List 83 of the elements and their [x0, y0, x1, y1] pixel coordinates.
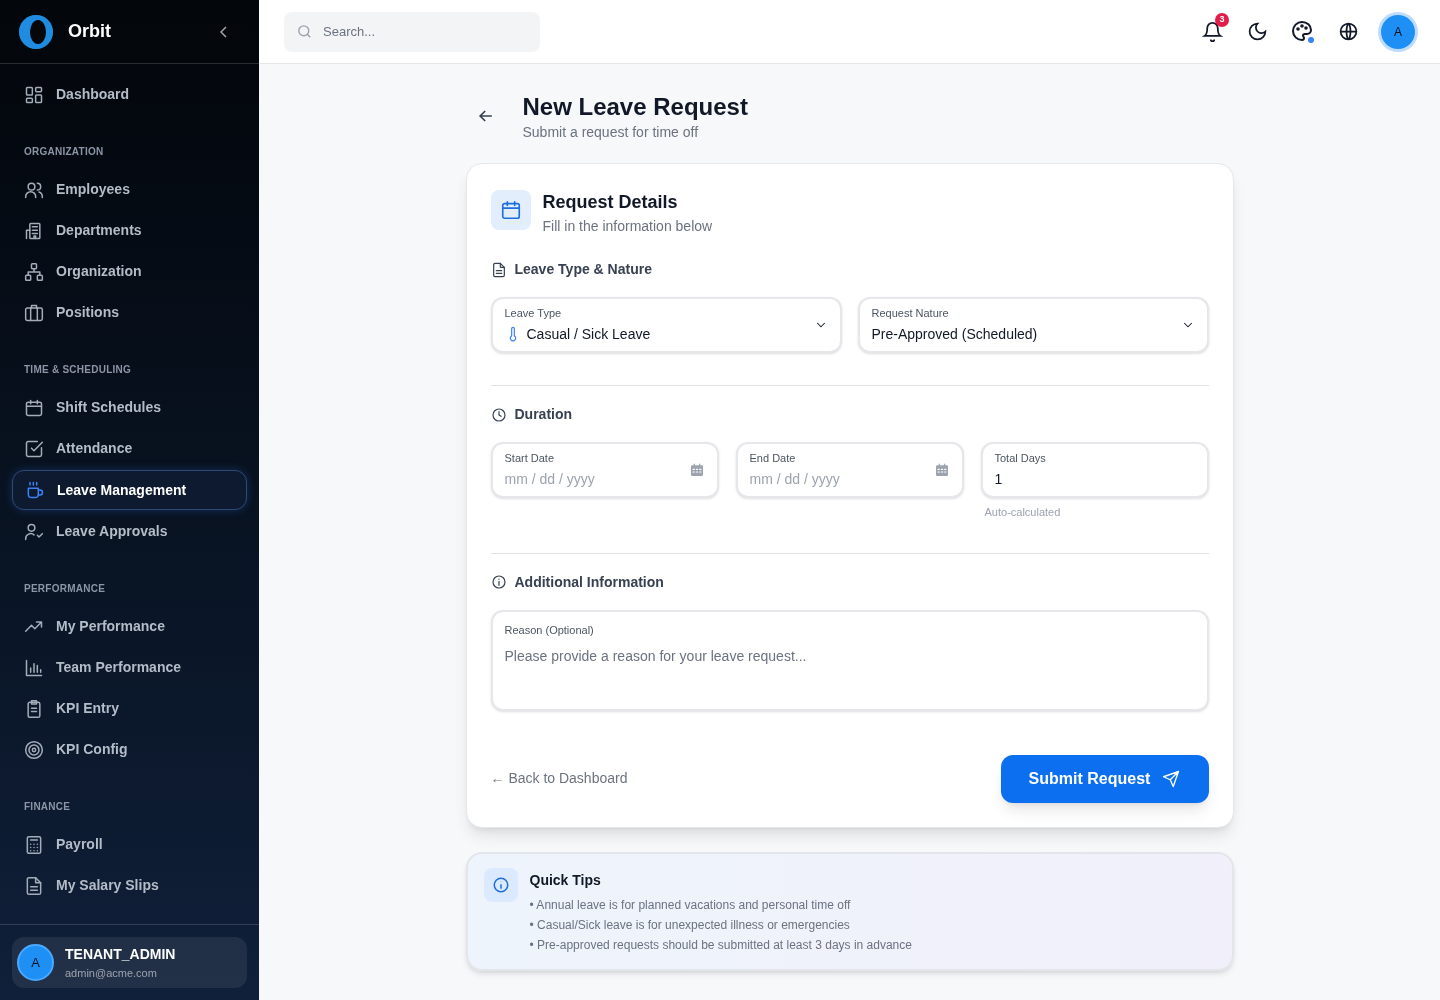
- section-heading: TIME & SCHEDULING: [23, 363, 133, 377]
- select-field[interactable]: Request Nature Pre-Approved (Scheduled): [857, 297, 1209, 353]
- nav-item[interactable]: Leave Approvals: [12, 511, 247, 552]
- nav-item[interactable]: KPI Entry: [12, 688, 247, 729]
- tip-text: • Pre-approved requests should be submitted at least 3 days in advance: [529, 936, 912, 954]
- send-icon: [1162, 769, 1181, 788]
- section-title: Duration: [514, 405, 573, 424]
- clipboard-icon: [24, 698, 44, 719]
- document-icon: [490, 261, 507, 278]
- reason-field[interactable]: Reason (Optional) Please provide a reason for your leave request...: [490, 609, 1209, 711]
- briefcase-icon: [24, 302, 44, 323]
- nav-item[interactable]: Shift Schedules: [12, 387, 247, 428]
- field-hint: Auto-calculated: [984, 505, 1062, 520]
- bell-icon: [1201, 21, 1223, 42]
- building-icon: [24, 220, 44, 241]
- user-email: admin@acme.com: [65, 965, 158, 981]
- date-input[interactable]: mm / dd / yyyy: [504, 468, 689, 490]
- date-input[interactable]: mm / dd / yyyy: [749, 468, 934, 490]
- field-label: End Date: [749, 451, 797, 467]
- palette-icon[interactable]: [1290, 18, 1316, 45]
- nav-item[interactable]: My Salary Slips: [12, 865, 247, 906]
- nav-item[interactable]: Payroll: [12, 824, 247, 865]
- nav-item[interactable]: Positions: [12, 292, 247, 333]
- calendar-icon: [24, 397, 44, 418]
- nav-item[interactable]: Departments: [12, 210, 247, 251]
- calendar-icon: [933, 462, 950, 478]
- globe-icon[interactable]: [1338, 21, 1359, 42]
- user-name: TENANT_ADMIN: [65, 944, 176, 964]
- tip-text: • Annual leave is for planned vacations and personal time off: [529, 896, 852, 914]
- tips-title: Quick Tips: [529, 870, 602, 890]
- info-icon: [491, 875, 510, 894]
- nav-item[interactable]: Dashboard: [12, 74, 247, 115]
- brand-name: Orbit: [68, 20, 111, 43]
- nav-item[interactable]: My Performance: [12, 606, 247, 647]
- nav-item[interactable]: Organization: [12, 251, 247, 292]
- calendar-icon: [688, 462, 705, 478]
- grid-icon: [24, 84, 44, 105]
- number-field[interactable]: Total Days 1: [980, 442, 1209, 498]
- notification-badge: 3: [1215, 12, 1229, 27]
- checkbox-icon: [24, 438, 44, 459]
- user-check-icon: [24, 521, 44, 542]
- submit-button[interactable]: Submit Request: [1000, 754, 1209, 803]
- moon-icon[interactable]: [1247, 21, 1268, 42]
- section-title: Leave Type & Nature: [514, 260, 652, 279]
- user-card[interactable]: A TENANT_ADMIN admin@acme.com: [12, 936, 247, 988]
- page-title: New Leave Request: [522, 92, 748, 122]
- document-icon: [24, 875, 44, 896]
- field-label: Start Date: [504, 451, 556, 467]
- field-label: Total Days: [994, 451, 1047, 467]
- search-input[interactable]: Search...: [323, 21, 523, 42]
- number-input[interactable]: 1: [994, 468, 1195, 490]
- nav-item[interactable]: Attendance: [12, 428, 247, 469]
- form-subtitle: Fill in the information below: [542, 217, 713, 236]
- logo-icon: [18, 13, 54, 50]
- tip-text: • Casual/Sick leave is for unexpected illness or emergencies: [529, 916, 851, 934]
- back-link[interactable]: ← Back to Dashboard: [490, 768, 628, 789]
- clock-icon: [490, 406, 507, 423]
- nav-item[interactable]: Employees: [12, 169, 247, 210]
- calendar-icon: [499, 199, 522, 221]
- nav-item[interactable]: Leave Management: [12, 470, 247, 510]
- info-icon: [490, 574, 507, 590]
- form-title: Request Details: [542, 191, 679, 214]
- bar-chart-icon: [24, 657, 44, 678]
- target-icon: [24, 739, 44, 760]
- select-field[interactable]: Leave Type Casual / Sick Leave: [490, 297, 842, 353]
- page-subtitle: Submit a request for time off: [522, 123, 700, 142]
- reason-input[interactable]: Please provide a reason for your leave request...: [504, 646, 1195, 709]
- nav-item[interactable]: KPI Config: [12, 729, 247, 770]
- section-heading: FINANCE: [23, 800, 72, 814]
- search-icon: [296, 23, 313, 40]
- section-heading: PERFORMANCE: [23, 582, 107, 596]
- field-label: Reason (Optional): [504, 622, 595, 638]
- search-field[interactable]: Search...: [284, 11, 540, 52]
- hierarchy-icon: [24, 261, 44, 282]
- avatar-button[interactable]: A: [1381, 14, 1415, 49]
- calculator-icon: [24, 834, 44, 855]
- date-field[interactable]: End Date mm / dd / yyyy: [735, 442, 964, 498]
- cup-icon: [25, 480, 45, 500]
- section-title: Additional Information: [514, 572, 664, 592]
- user-avatar: A: [17, 943, 54, 981]
- section-heading: ORGANIZATION: [23, 145, 105, 159]
- date-field[interactable]: Start Date mm / dd / yyyy: [490, 442, 719, 498]
- nav-item[interactable]: Team Performance: [12, 647, 247, 688]
